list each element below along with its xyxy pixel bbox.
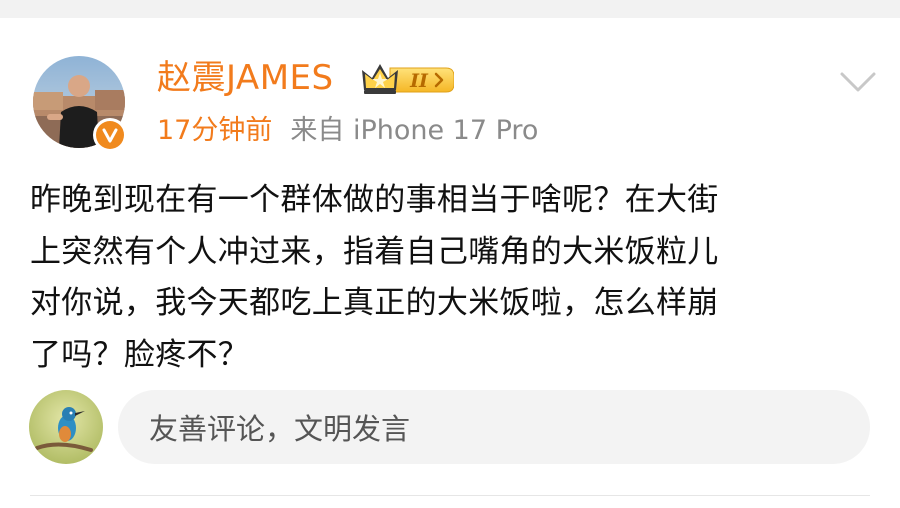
weibo-post-card: 赵震JAMES II 17分钟前 来自 iPhone 17 Pro 昨晚到现在有…	[0, 18, 900, 508]
author-name[interactable]: 赵震JAMES	[157, 58, 334, 98]
chevron-down-icon[interactable]	[838, 68, 878, 96]
post-time: 17分钟前	[157, 115, 273, 146]
post-line: 上突然有个人冲过来，指着自己嘴角的大米饭粒儿	[30, 233, 719, 270]
divider	[30, 495, 870, 496]
post-source: 来自 iPhone 17 Pro	[290, 115, 539, 146]
crown-badge-icon[interactable]: II	[360, 60, 455, 100]
current-user-avatar[interactable]	[29, 390, 103, 464]
comment-input[interactable]: 友善评论，文明发言	[118, 390, 870, 464]
comment-placeholder: 友善评论，文明发言	[149, 412, 411, 446]
badge-level-text: II	[409, 70, 429, 92]
post-content: 昨晚到现在有一个群体做的事相当于啥呢？在大街 上突然有个人冲过来，指着自己嘴角的…	[30, 175, 875, 381]
post-line: 对你说，我今天都吃上真正的大米饭啦，怎么样崩	[30, 285, 719, 321]
post-line: 了吗？脸疼不？	[30, 336, 250, 373]
post-meta: 17分钟前 来自 iPhone 17 Pro	[157, 114, 538, 148]
verified-badge-icon	[93, 118, 127, 152]
post-line: 昨晚到现在有一个群体做的事相当于啥呢？在大街	[30, 182, 719, 218]
